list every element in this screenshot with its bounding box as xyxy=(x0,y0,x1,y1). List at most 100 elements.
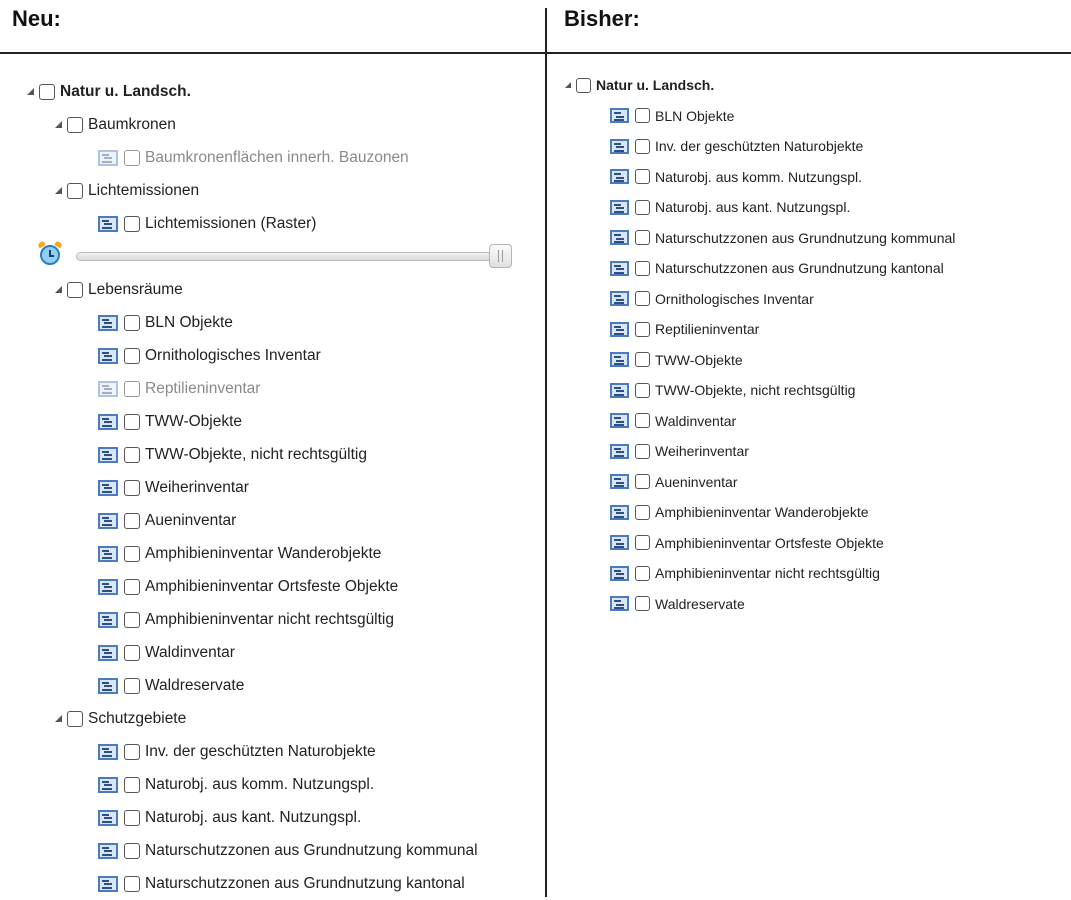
layer-item[interactable]: TWW-Objekte xyxy=(548,345,1071,376)
legend-icon[interactable] xyxy=(610,230,629,246)
layer-item[interactable]: Amphibieninventar Wanderobjekte xyxy=(548,497,1071,528)
layer-item[interactable]: Waldreservate xyxy=(548,589,1071,620)
layer-checkbox[interactable] xyxy=(635,474,650,490)
layer-checkbox[interactable] xyxy=(124,446,140,463)
layer-item[interactable]: Naturschutzzonen aus Grundnutzung kanton… xyxy=(0,867,544,900)
layer-item[interactable]: Amphibieninventar Ortsfeste Objekte xyxy=(548,528,1071,559)
layer-checkbox[interactable] xyxy=(124,776,140,793)
layer-checkbox[interactable] xyxy=(124,743,140,760)
layer-item[interactable]: BLN Objekte xyxy=(548,101,1071,132)
layer-item[interactable]: Lichtemissionen (Raster) xyxy=(0,207,544,240)
expanded-triangle-icon[interactable] xyxy=(565,82,571,89)
expanded-triangle-icon[interactable] xyxy=(55,121,62,128)
layer-checkbox[interactable] xyxy=(635,382,650,398)
layer-item[interactable]: Weiherinventar xyxy=(0,471,544,504)
layer-checkbox[interactable] xyxy=(124,314,140,331)
legend-icon[interactable] xyxy=(98,215,118,232)
layer-item[interactable]: Reptilieninventar xyxy=(0,372,544,405)
legend-icon[interactable] xyxy=(610,504,629,520)
layer-checkbox[interactable] xyxy=(635,199,650,215)
layer-checkbox[interactable] xyxy=(39,83,55,100)
legend-icon[interactable] xyxy=(98,347,118,364)
layer-item[interactable]: Inv. der geschützten Naturobjekte xyxy=(548,131,1071,162)
legend-icon[interactable] xyxy=(98,545,118,562)
layer-checkbox[interactable] xyxy=(635,138,650,154)
layer-checkbox[interactable] xyxy=(124,842,140,859)
legend-icon[interactable] xyxy=(610,321,629,337)
tree-node-lebensraeume[interactable]: Lebensräume xyxy=(0,273,544,306)
tree-node-natur-landsch[interactable]: Natur u. Landsch. xyxy=(0,75,544,108)
legend-icon[interactable] xyxy=(98,644,118,661)
legend-icon[interactable] xyxy=(98,809,118,826)
legend-icon[interactable] xyxy=(98,380,118,397)
layer-checkbox[interactable] xyxy=(67,710,83,727)
layer-item[interactable]: Reptilieninventar xyxy=(548,314,1071,345)
legend-icon[interactable] xyxy=(98,314,118,331)
layer-item[interactable]: Baumkronenflächen innerh. Bauzonen xyxy=(0,141,544,174)
layer-item[interactable]: Amphibieninventar Wanderobjekte xyxy=(0,537,544,570)
layer-checkbox[interactable] xyxy=(124,578,140,595)
legend-icon[interactable] xyxy=(610,474,629,490)
layer-checkbox[interactable] xyxy=(635,504,650,520)
layer-checkbox[interactable] xyxy=(124,215,140,232)
legend-icon[interactable] xyxy=(98,842,118,859)
legend-icon[interactable] xyxy=(610,352,629,368)
legend-icon[interactable] xyxy=(610,443,629,459)
legend-icon[interactable] xyxy=(98,776,118,793)
layer-checkbox[interactable] xyxy=(124,644,140,661)
layer-checkbox[interactable] xyxy=(124,149,140,166)
layer-checkbox[interactable] xyxy=(124,677,140,694)
layer-item[interactable]: Amphibieninventar nicht rechtsgültig xyxy=(548,558,1071,589)
layer-checkbox[interactable] xyxy=(635,291,650,307)
layer-checkbox[interactable] xyxy=(635,413,650,429)
layer-item[interactable]: Naturschutzzonen aus Grundnutzung kommun… xyxy=(0,834,544,867)
layer-checkbox[interactable] xyxy=(635,352,650,368)
legend-icon[interactable] xyxy=(610,199,629,215)
expanded-triangle-icon[interactable] xyxy=(55,715,62,722)
layer-checkbox[interactable] xyxy=(635,321,650,337)
legend-icon[interactable] xyxy=(98,743,118,760)
layer-checkbox[interactable] xyxy=(124,875,140,892)
layer-checkbox[interactable] xyxy=(67,182,83,199)
layer-checkbox[interactable] xyxy=(576,77,591,93)
layer-checkbox[interactable] xyxy=(124,611,140,628)
layer-item[interactable]: Waldinventar xyxy=(0,636,544,669)
layer-checkbox[interactable] xyxy=(635,565,650,581)
layer-item[interactable]: Weiherinventar xyxy=(548,436,1071,467)
layer-item[interactable]: Amphibieninventar Ortsfeste Objekte xyxy=(0,570,544,603)
layer-checkbox[interactable] xyxy=(124,347,140,364)
expanded-triangle-icon[interactable] xyxy=(55,187,62,194)
legend-icon[interactable] xyxy=(98,512,118,529)
layer-checkbox[interactable] xyxy=(124,413,140,430)
legend-icon[interactable] xyxy=(610,382,629,398)
time-slider-track[interactable] xyxy=(76,252,512,261)
layer-item[interactable]: Naturobj. aus komm. Nutzungspl. xyxy=(548,162,1071,193)
layer-checkbox[interactable] xyxy=(635,230,650,246)
expanded-triangle-icon[interactable] xyxy=(27,88,34,95)
tree-node-natur-landsch[interactable]: Natur u. Landsch. xyxy=(548,70,1071,101)
layer-item[interactable]: Waldinventar xyxy=(548,406,1071,437)
layer-checkbox[interactable] xyxy=(635,169,650,185)
layer-item[interactable]: TWW-Objekte, nicht rechtsgültig xyxy=(548,375,1071,406)
legend-icon[interactable] xyxy=(610,138,629,154)
legend-icon[interactable] xyxy=(98,479,118,496)
layer-item[interactable]: Naturobj. aus kant. Nutzungspl. xyxy=(0,801,544,834)
layer-checkbox[interactable] xyxy=(67,116,83,133)
expanded-triangle-icon[interactable] xyxy=(55,286,62,293)
layer-item[interactable]: Waldreservate xyxy=(0,669,544,702)
legend-icon[interactable] xyxy=(610,596,629,612)
layer-checkbox[interactable] xyxy=(635,596,650,612)
legend-icon[interactable] xyxy=(98,413,118,430)
layer-checkbox[interactable] xyxy=(635,443,650,459)
layer-item[interactable]: Amphibieninventar nicht rechtsgültig xyxy=(0,603,544,636)
legend-icon[interactable] xyxy=(610,169,629,185)
layer-item[interactable]: BLN Objekte xyxy=(0,306,544,339)
time-slider-handle[interactable] xyxy=(489,244,512,268)
layer-checkbox[interactable] xyxy=(124,545,140,562)
layer-item[interactable]: Naturschutzzonen aus Grundnutzung kommun… xyxy=(548,223,1071,254)
legend-icon[interactable] xyxy=(98,875,118,892)
legend-icon[interactable] xyxy=(610,108,629,124)
layer-checkbox[interactable] xyxy=(67,281,83,298)
layer-checkbox[interactable] xyxy=(124,479,140,496)
layer-item[interactable]: Naturobj. aus kant. Nutzungspl. xyxy=(548,192,1071,223)
